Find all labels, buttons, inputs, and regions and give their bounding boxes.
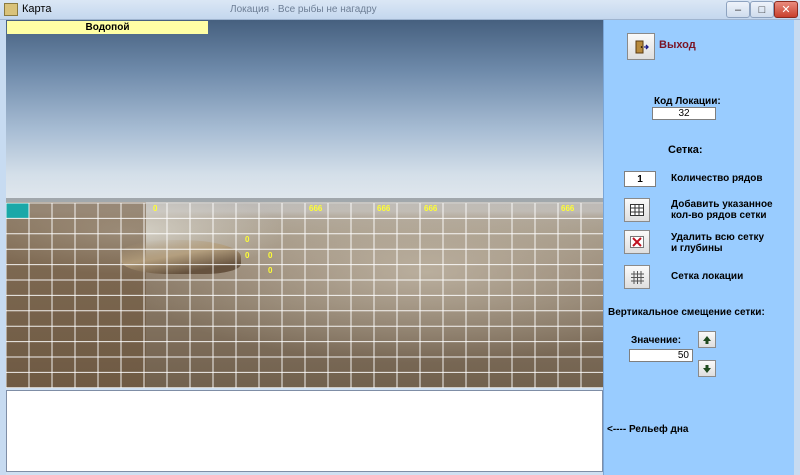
- add-rows-button[interactable]: [624, 198, 650, 222]
- app-icon: [4, 3, 18, 16]
- depth-label: 666: [424, 204, 438, 213]
- location-code-field[interactable]: 32: [652, 107, 716, 120]
- rows-count-label: Количество рядов: [671, 173, 763, 184]
- arrow-up-icon: [703, 335, 711, 344]
- close-button[interactable]: ✕: [774, 1, 798, 18]
- rows-count-field[interactable]: 1: [624, 171, 656, 187]
- location-code-label: Код Локации:: [654, 96, 721, 107]
- grid-lines: [6, 202, 603, 388]
- location-map[interactable]: Водопой 0 666 666 666 666 0 0 0 0: [6, 20, 603, 388]
- add-rows-label-2: кол-во рядов сетки: [671, 210, 767, 221]
- offset-down-button[interactable]: [698, 360, 716, 377]
- delete-grid-label-1: Удалить всю сетку: [671, 232, 765, 243]
- depth-label: 0: [153, 204, 158, 213]
- arrow-down-icon: [703, 364, 711, 373]
- window-title: Карта: [22, 3, 52, 15]
- location-grid-label: Сетка локации: [671, 271, 744, 282]
- offset-value-field[interactable]: 50: [629, 349, 693, 362]
- depth-label: 666: [309, 204, 323, 213]
- minimize-button[interactable]: –: [726, 1, 750, 18]
- relief-label: <---- Рельеф дна: [607, 424, 689, 435]
- depth-label: 0: [268, 266, 273, 275]
- bottom-relief-canvas[interactable]: [6, 390, 603, 472]
- depth-label: 666: [561, 204, 575, 213]
- door-exit-icon: [635, 40, 649, 53]
- delete-x-icon: [630, 236, 644, 248]
- maximize-button[interactable]: □: [750, 1, 774, 18]
- title-bar: Карта Локация · Все рыбы не нагадру – □ …: [0, 0, 800, 20]
- delete-grid-label-2: и глубины: [671, 243, 723, 254]
- exit-button[interactable]: [627, 33, 655, 60]
- depth-label: 0: [245, 251, 250, 260]
- grid-icon: [630, 270, 644, 284]
- exit-label: Выход: [659, 39, 696, 51]
- depth-grid[interactable]: [6, 20, 603, 388]
- window-frame-right: [794, 20, 800, 475]
- control-panel: Выход Код Локации: 32 Сетка: 1 Количеств…: [603, 20, 794, 475]
- table-grid-icon: [630, 204, 644, 216]
- delete-grid-button[interactable]: [624, 230, 650, 254]
- vertical-offset-label: Вертикальное смещение сетки:: [608, 307, 765, 318]
- depth-label: 0: [245, 235, 250, 244]
- selected-cell[interactable]: [6, 203, 29, 218]
- offset-up-button[interactable]: [698, 331, 716, 348]
- value-label: Значение:: [631, 335, 682, 346]
- depth-label: 0: [268, 251, 273, 260]
- ghost-title-text: Локация · Все рыбы не нагадру: [230, 4, 377, 15]
- add-rows-label-1: Добавить указанное: [671, 199, 773, 210]
- depth-label: 666: [377, 204, 391, 213]
- location-grid-button[interactable]: [624, 265, 650, 289]
- grid-heading: Сетка:: [668, 144, 703, 156]
- location-caption: Водопой: [7, 21, 208, 34]
